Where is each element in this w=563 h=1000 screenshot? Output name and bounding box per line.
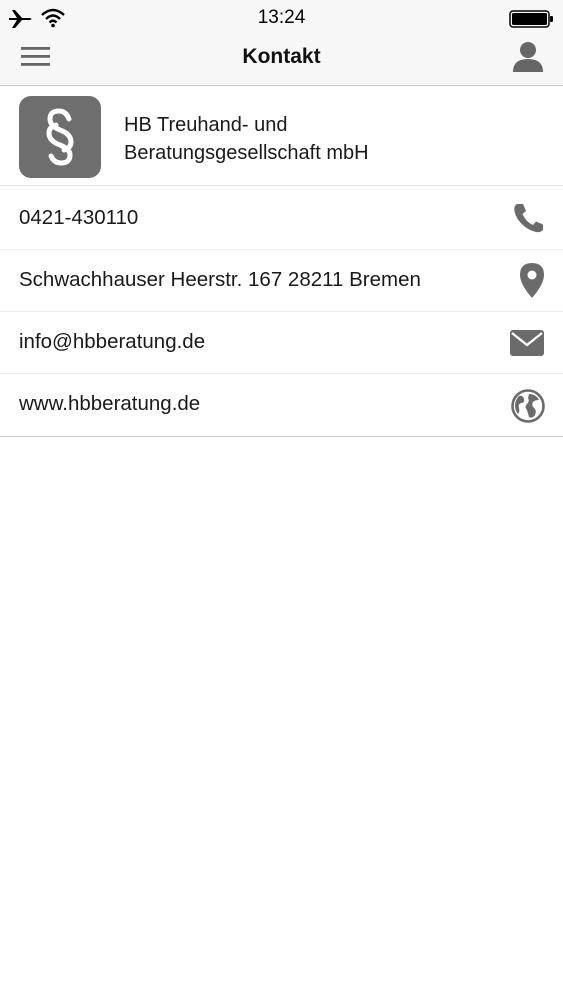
status-time: 13:24 bbox=[257, 7, 306, 28]
page-title: Kontakt bbox=[242, 45, 321, 68]
globe-icon bbox=[511, 389, 545, 428]
company-name-line1: HB Treuhand- und bbox=[124, 114, 288, 136]
company-header: HB Treuhand- und Beratungsgesellschaft m… bbox=[0, 86, 563, 186]
email-text: info@hbberatung.de bbox=[19, 330, 206, 353]
website-text: www.hbberatung.de bbox=[19, 392, 201, 415]
contact-row-phone[interactable]: 0421-430110 bbox=[0, 188, 563, 250]
contact-row-email[interactable]: info@hbberatung.de bbox=[0, 312, 563, 374]
contact-row-website[interactable]: www.hbberatung.de bbox=[0, 374, 563, 437]
battery-icon bbox=[509, 10, 555, 33]
nav-bar: Kontakt bbox=[0, 36, 563, 86]
paragraph-icon bbox=[46, 108, 74, 166]
phone-number: 0421-430110 bbox=[19, 206, 139, 229]
company-name: HB Treuhand- und Beratungsgesellschaft m… bbox=[124, 111, 544, 167]
top-bar: 13:24 Kontakt bbox=[0, 0, 563, 86]
address-text: Schwachhauser Heerstr. 167 28211 Bremen bbox=[19, 268, 421, 291]
profile-icon bbox=[513, 42, 543, 72]
contact-row-address[interactable]: Schwachhauser Heerstr. 167 28211 Bremen bbox=[0, 250, 563, 312]
mail-icon bbox=[509, 329, 545, 362]
status-bar: 13:24 bbox=[0, 0, 563, 36]
company-logo bbox=[19, 96, 101, 178]
phone-icon bbox=[511, 201, 547, 240]
profile-button[interactable] bbox=[511, 39, 545, 75]
location-pin-icon bbox=[518, 262, 546, 305]
company-name-line2: Beratungsgesellschaft mbH bbox=[124, 142, 369, 164]
